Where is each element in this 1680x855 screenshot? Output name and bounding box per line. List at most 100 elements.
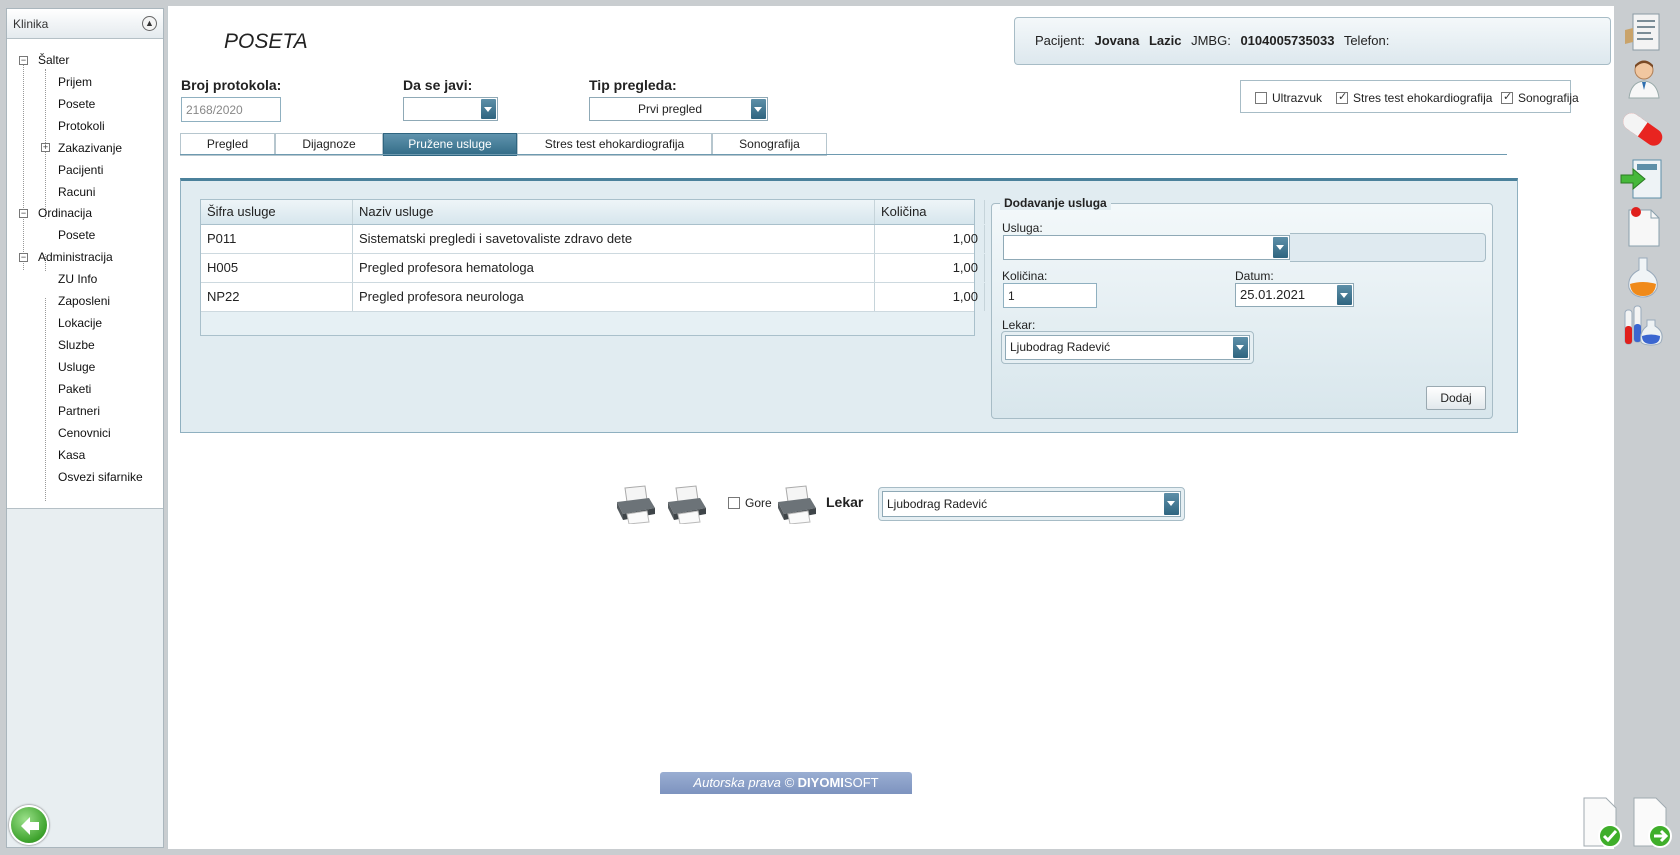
sidebar-item-lokacije[interactable]: Lokacije [58,315,102,331]
service-select[interactable] [1003,235,1290,260]
tree-collapse-icon[interactable]: − [19,209,28,218]
pinned-document-icon[interactable] [1619,206,1667,248]
brand-rest: SOFT [843,775,879,790]
tree-expand-icon[interactable]: + [41,143,50,152]
printer-icon[interactable] [664,484,710,525]
gore-checkbox[interactable]: Gore [728,496,772,510]
sidebar-item-partneri[interactable]: Partneri [58,403,100,419]
chevron-down-icon[interactable] [1273,237,1288,258]
checkbox-unchecked-icon[interactable] [1255,92,1267,104]
services-panel: Šifra usluge Naziv usluge Količina P011 … [180,178,1518,433]
table-footer [201,311,974,335]
patient-info: Pacijent: Jovana Lazic JMBG: 01040057350… [1014,17,1611,65]
tab-divider [180,154,1507,155]
column-header-qty[interactable]: Količina [875,200,985,224]
checkbox-unchecked-icon[interactable] [728,497,740,509]
chevron-down-icon[interactable] [1164,493,1179,515]
doctor-select[interactable]: Ljubodrag Radević [1005,335,1250,360]
pill-icon[interactable] [1619,108,1667,150]
patient-last-name: Lazic [1148,33,1182,48]
sidebar-item-zaposleni[interactable]: Zaposleni [58,293,110,309]
sidebar-item-prijem[interactable]: Prijem [58,74,92,90]
sidebar-item-ordinacija[interactable]: Ordinacija [38,205,92,221]
back-arrow-icon[interactable] [9,805,49,845]
sidebar-item-ordinacija-posete[interactable]: Posete [58,227,95,243]
callback-select[interactable] [403,97,498,121]
stres-test-checkbox[interactable]: Stres test ehokardiografija [1336,90,1492,105]
row-qty: 1,00 [875,225,985,253]
sidebar-item-cenovnici[interactable]: Cenovnici [58,425,111,441]
service-select-frame [1290,233,1486,262]
protocol-input[interactable]: 2168/2020 [181,97,281,122]
tab-stres-test[interactable]: Stres test ehokardiografija [517,133,712,156]
row-code: P011 [201,225,353,253]
doctor-value: Ljubodrag Radević [1010,340,1111,354]
column-header-code[interactable]: Šifra usluge [201,200,353,224]
row-qty: 1,00 [875,254,985,282]
document-icon[interactable] [1619,12,1667,54]
exam-options: Ultrazvuk Stres test ehokardiografija So… [1240,80,1579,113]
doctor-label: Lekar: [1002,318,1036,332]
protocol-label: Broj protokola: [181,77,282,93]
sidebar-item-administracija[interactable]: Administracija [38,249,113,265]
confirm-document-icon[interactable] [1580,796,1624,848]
collapse-sidebar-icon[interactable]: ▲ [142,16,157,31]
sidebar-item-racuni[interactable]: Racuni [58,184,95,200]
add-button[interactable]: Dodaj [1426,386,1486,410]
checkbox-checked-icon[interactable] [1501,90,1513,104]
sidebar-item-osvezi-sifarnike[interactable]: Osvezi sifarnike [58,469,143,485]
table-row[interactable]: P011 Sistematski pregledi i savetovalist… [201,225,1016,254]
chevron-down-icon[interactable] [1233,337,1248,358]
copyright-banner: Autorska prava © DIYOMISOFT [660,772,912,794]
sidebar-item-kasa[interactable]: Kasa [58,447,85,463]
sidebar-item-sluzbe[interactable]: Sluzbe [58,337,95,353]
date-picker[interactable]: 25.01.2021 [1235,283,1354,307]
calendar-dropdown-icon[interactable] [1337,285,1352,305]
tab-dijagnoze[interactable]: Dijagnoze [275,133,383,156]
flask-icon[interactable] [1619,256,1667,298]
printer-icon[interactable] [774,484,820,525]
sonografija-checkbox[interactable]: Sonografija [1501,90,1579,105]
test-tubes-icon[interactable] [1619,304,1667,346]
printer-icon[interactable] [613,484,659,525]
row-code: H005 [201,254,353,282]
tree-collapse-icon[interactable]: − [19,253,28,262]
next-document-icon[interactable] [1630,796,1674,848]
sidebar-item-usluge[interactable]: Usluge [58,359,95,375]
tree-line [23,60,24,270]
tree-collapse-icon[interactable]: − [19,56,28,65]
checkbox-checked-icon[interactable] [1336,90,1348,104]
gore-label: Gore [745,496,772,510]
add-service-legend: Dodavanje usluga [1000,196,1111,210]
sidebar-item-protokoli[interactable]: Protokoli [58,118,105,134]
sidebar-title: Klinika [13,17,49,31]
sidebar-header: Klinika ▲ [7,9,163,39]
table-row[interactable]: H005 Pregled profesora hematologa 1,00 [201,254,1016,283]
qty-label: Količina: [1002,269,1048,283]
exam-type-label: Tip pregleda: [589,77,677,93]
ultrazvuk-checkbox[interactable]: Ultrazvuk [1255,91,1322,105]
tab-sonografija[interactable]: Sonografija [712,133,827,156]
qty-input[interactable]: 1 [1003,283,1097,308]
print-doctor-label: Lekar [826,494,864,510]
sidebar-item-posete[interactable]: Posete [58,96,95,112]
tab-pregled[interactable]: Pregled [180,133,275,156]
row-qty: 1,00 [875,283,985,311]
exam-type-select[interactable]: Prvi pregled [589,97,768,121]
sidebar-item-paketi[interactable]: Paketi [58,381,91,397]
column-header-name[interactable]: Naziv usluge [353,200,875,224]
chevron-down-icon[interactable] [751,99,766,119]
right-toolbar [1583,6,1677,849]
table-row[interactable]: NP22 Pregled profesora neurologa 1,00 [201,283,1016,312]
doctor-icon[interactable] [1619,58,1667,100]
sidebar-item-zakazivanje[interactable]: Zakazivanje [58,140,122,156]
sidebar-item-pacijenti[interactable]: Pacijenti [58,162,103,178]
sidebar-item-salter[interactable]: Šalter [38,52,69,68]
print-doctor-select[interactable]: Ljubodrag Radević [882,491,1181,517]
chevron-down-icon[interactable] [481,99,496,119]
import-icon[interactable] [1619,158,1667,200]
tab-pruzene-usluge[interactable]: Pružene usluge [383,133,517,156]
date-label: Datum: [1235,269,1274,283]
sidebar-item-zu-info[interactable]: ZU Info [58,271,97,287]
exam-type-value: Prvi pregled [637,102,703,116]
